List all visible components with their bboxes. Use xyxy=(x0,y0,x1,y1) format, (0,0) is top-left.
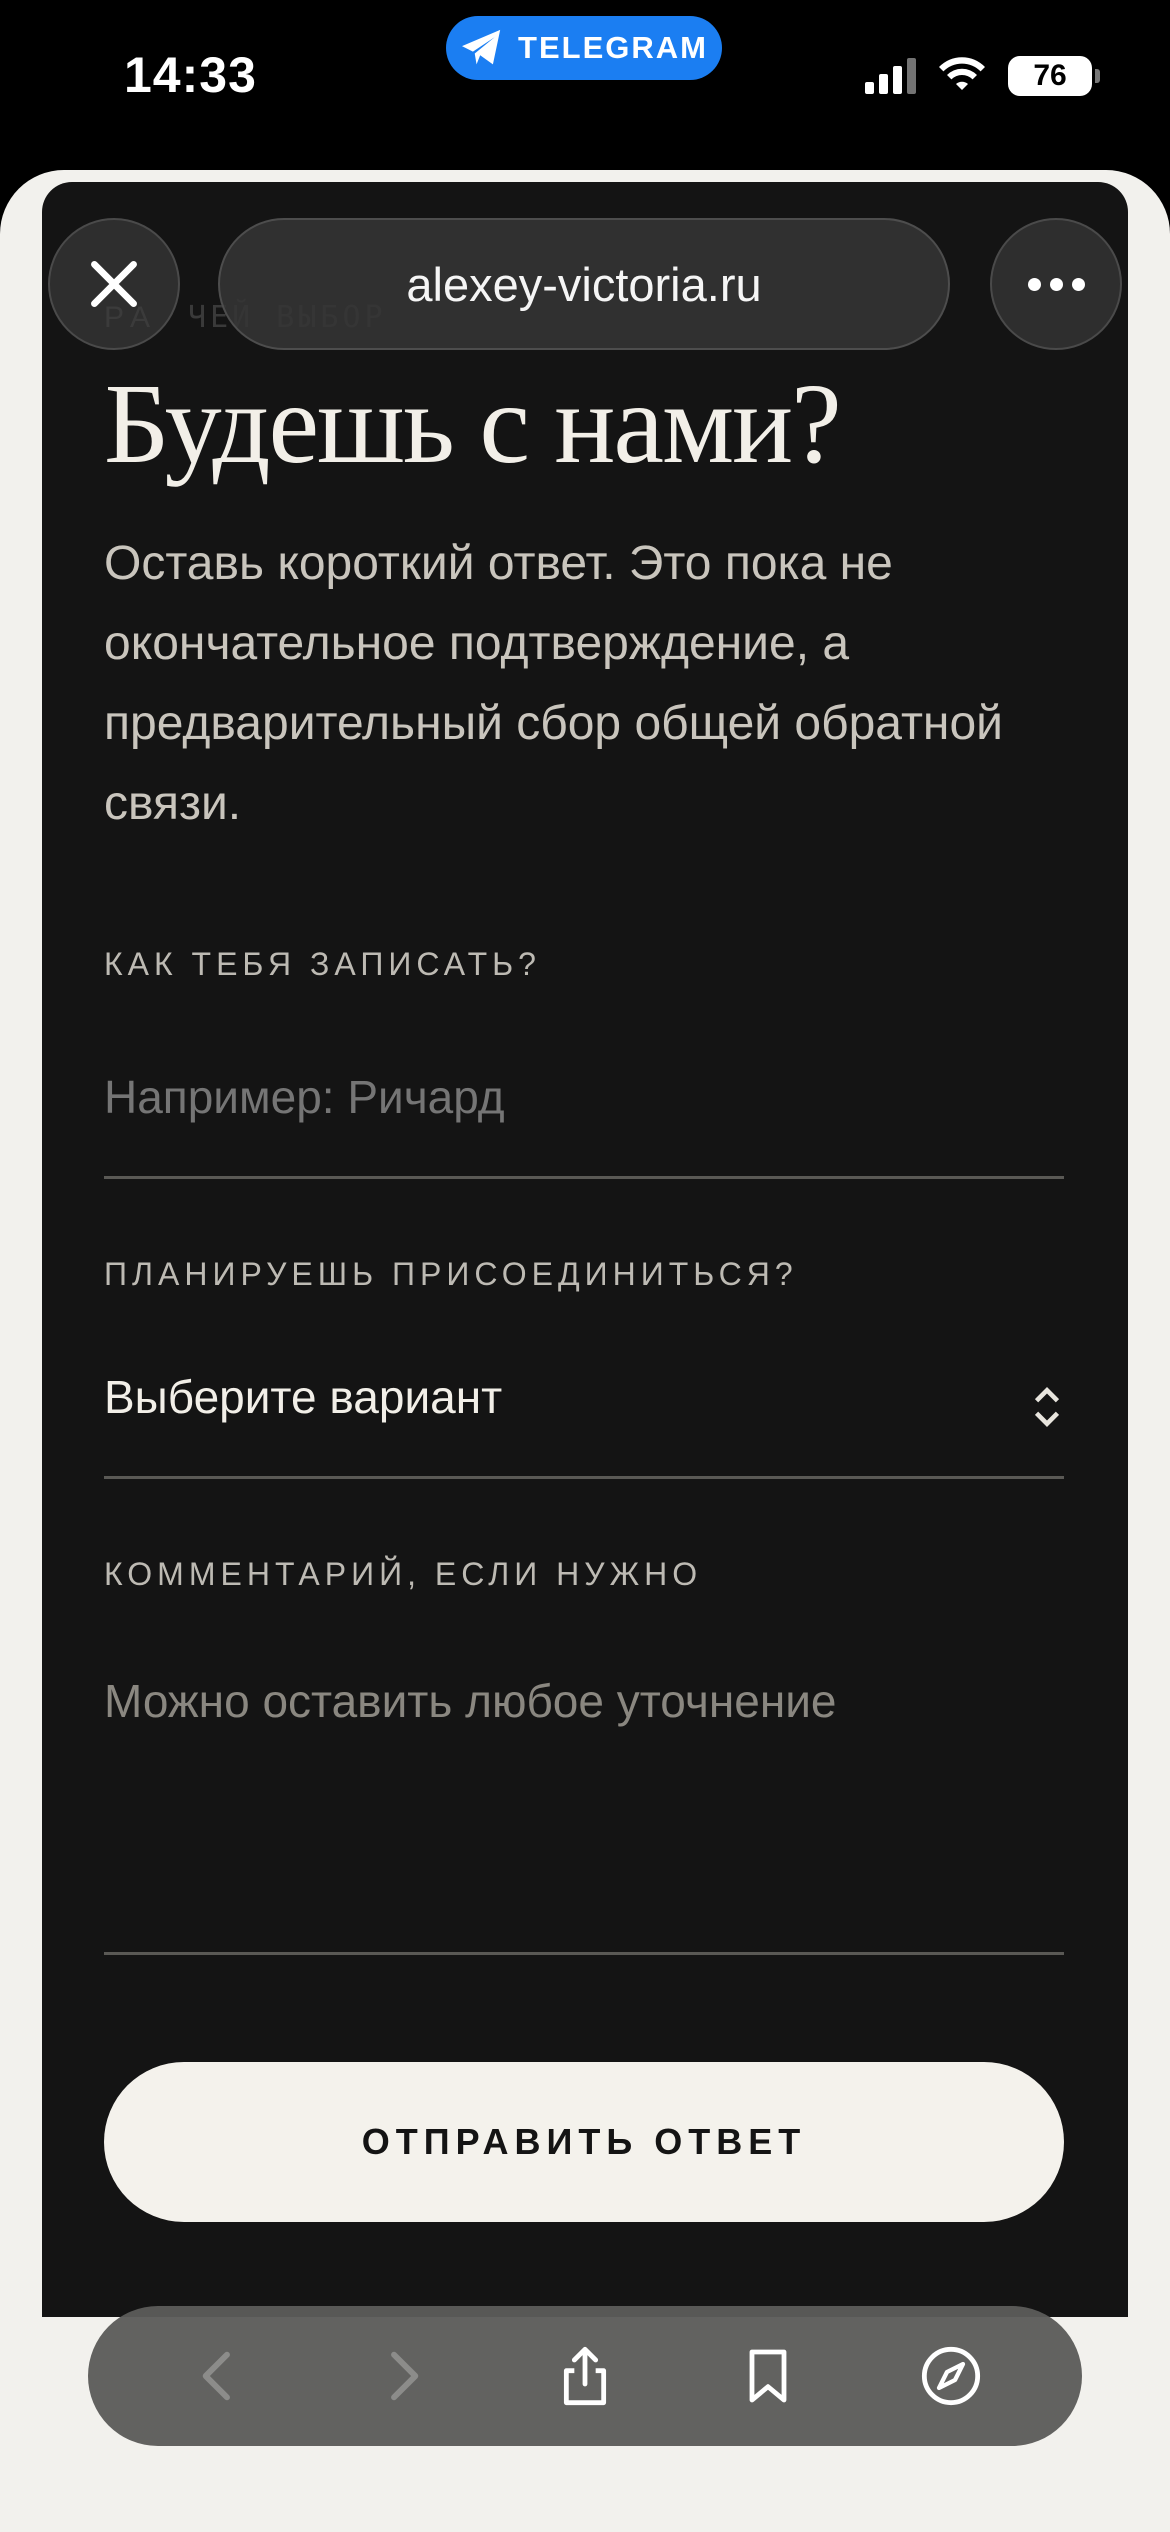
share-icon xyxy=(563,2346,607,2406)
compass-icon xyxy=(921,2346,980,2406)
cellular-signal-icon xyxy=(865,58,916,94)
name-input[interactable] xyxy=(104,1062,1064,1132)
bookmark-button[interactable] xyxy=(723,2331,813,2421)
comment-placeholder: Можно оставить любое уточнение xyxy=(104,1675,837,1727)
join-select[interactable]: Выберите вариант xyxy=(104,1370,1064,1440)
wifi-icon xyxy=(939,57,985,90)
close-button[interactable] xyxy=(48,218,180,350)
intro-text: Оставь короткий ответ. Это пока не оконч… xyxy=(104,537,1003,830)
telegram-plane-icon xyxy=(462,29,501,65)
bookmark-icon xyxy=(749,2349,787,2403)
comment-textarea[interactable]: Можно оставить любое уточнение xyxy=(104,1674,1064,1904)
browser-toolbar xyxy=(88,2306,1082,2446)
close-icon xyxy=(91,261,137,307)
telegram-return-pill[interactable]: TELEGRAM xyxy=(446,16,722,80)
url-bar[interactable]: alexey-victoria.ru xyxy=(218,218,950,350)
home-indicator-area xyxy=(0,2470,1170,2532)
open-in-browser-button[interactable] xyxy=(906,2331,996,2421)
join-field-underline xyxy=(104,1476,1064,1479)
join-select-value: Выберите вариант xyxy=(104,1371,503,1423)
submit-button[interactable]: ОТПРАВИТЬ ОТВЕТ xyxy=(104,2062,1064,2222)
more-icon xyxy=(1027,277,1085,291)
name-field-label: КАК ТЕБЯ ЗАПИСАТЬ? xyxy=(104,946,541,982)
status-bar: 14:33 TELEGRAM 76 xyxy=(0,0,1170,170)
join-field-label: ПЛАНИРУЕШЬ ПРИСОЕДИНИТЬСЯ? xyxy=(104,1256,798,1292)
status-indicators: 76 xyxy=(865,56,1100,96)
telegram-pill-label: TELEGRAM xyxy=(518,30,708,65)
battery-indicator: 76 xyxy=(1008,56,1100,96)
comment-field-underline xyxy=(104,1952,1064,1955)
url-text: alexey-victoria.ru xyxy=(406,257,762,311)
web-page-content: РАЧЕЙ ВЫБОР Будешь с нами? Оставь коротк… xyxy=(42,182,1128,2317)
status-time: 14:33 xyxy=(124,47,257,103)
comment-field-label: КОММЕНТАРИЙ, ЕСЛИ НУЖНО xyxy=(104,1556,703,1592)
share-button[interactable] xyxy=(540,2331,630,2421)
back-button[interactable] xyxy=(174,2331,264,2421)
chevron-updown-icon xyxy=(1034,1387,1060,1427)
page-heading: Будешь с нами? xyxy=(104,360,842,487)
back-icon xyxy=(203,2351,231,2401)
forward-button[interactable] xyxy=(357,2331,447,2421)
forward-icon xyxy=(391,2351,419,2401)
more-button[interactable] xyxy=(990,218,1122,350)
name-field-underline xyxy=(104,1176,1064,1179)
